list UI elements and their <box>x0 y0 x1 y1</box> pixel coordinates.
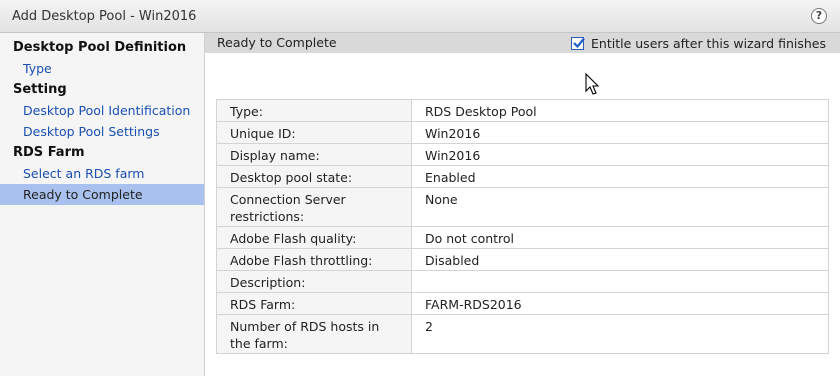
summary-key: Desktop pool state: <box>216 165 412 188</box>
summary-value: FARM-RDS2016 <box>411 292 829 315</box>
summary-key: Unique ID: <box>216 121 412 144</box>
nav-section-rds-farm: RDS Farm <box>13 145 85 160</box>
table-row: Adobe Flash throttling: Disabled <box>216 248 829 271</box>
summary-key: Adobe Flash quality: <box>216 226 412 249</box>
entitle-users-checkbox[interactable] <box>571 36 585 50</box>
summary-table: Type: RDS Desktop Pool Unique ID: Win201… <box>216 99 829 354</box>
table-row: Type: RDS Desktop Pool <box>216 99 829 122</box>
window-title: Add Desktop Pool - Win2016 <box>12 9 197 24</box>
summary-key: Description: <box>216 270 412 293</box>
summary-key: Display name: <box>216 143 412 166</box>
nav-item-type[interactable]: Type <box>0 58 204 79</box>
nav-section-setting: Setting <box>13 82 67 97</box>
summary-value: Disabled <box>411 248 829 271</box>
checkmark-icon <box>573 37 585 48</box>
table-row: Desktop pool state: Enabled <box>216 165 829 188</box>
summary-value: Win2016 <box>411 121 829 144</box>
entitle-users-option[interactable]: Entitle users after this wizard finishes <box>571 35 826 51</box>
entitle-users-label: Entitle users after this wizard finishes <box>591 35 826 51</box>
nav-item-select-rds-farm[interactable]: Select an RDS farm <box>0 163 204 184</box>
summary-key: Connection Server restrictions: <box>216 187 412 227</box>
summary-value: RDS Desktop Pool <box>411 99 829 122</box>
nav-item-desktop-pool-settings[interactable]: Desktop Pool Settings <box>0 121 204 142</box>
table-row: Connection Server restrictions: None <box>216 187 829 227</box>
table-row: Adobe Flash quality: Do not control <box>216 226 829 249</box>
summary-value: None <box>411 187 829 227</box>
summary-key: RDS Farm: <box>216 292 412 315</box>
nav-item-desktop-pool-identification[interactable]: Desktop Pool Identification <box>0 100 204 121</box>
table-row: Description: <box>216 270 829 293</box>
table-row: Unique ID: Win2016 <box>216 121 829 144</box>
summary-key: Number of RDS hosts in the farm: <box>216 314 412 354</box>
help-icon[interactable]: ? <box>811 8 827 24</box>
table-row: Display name: Win2016 <box>216 143 829 166</box>
nav-section-desktop-pool-definition: Desktop Pool Definition <box>13 40 187 55</box>
summary-value: Win2016 <box>411 143 829 166</box>
summary-value: 2 <box>411 314 829 354</box>
summary-key: Adobe Flash throttling: <box>216 248 412 271</box>
wizard-sidebar: Desktop Pool Definition Type Setting Des… <box>0 33 205 376</box>
title-bar: Add Desktop Pool - Win2016 ? <box>0 0 840 33</box>
summary-key: Type: <box>216 99 412 122</box>
table-row: RDS Farm: FARM-RDS2016 <box>216 292 829 315</box>
nav-item-ready-to-complete[interactable]: Ready to Complete <box>0 184 204 205</box>
summary-value: Enabled <box>411 165 829 188</box>
table-row: Number of RDS hosts in the farm: 2 <box>216 314 829 354</box>
summary-value <box>411 270 829 293</box>
summary-value: Do not control <box>411 226 829 249</box>
